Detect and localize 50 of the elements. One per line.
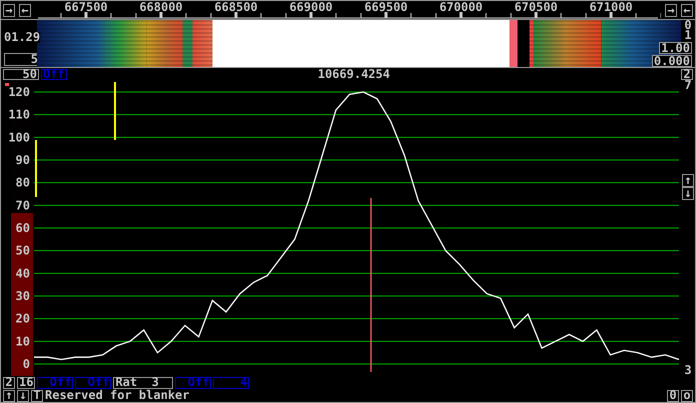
scale-label: 0	[684, 20, 692, 30]
scale-label: 3	[684, 365, 692, 376]
offset-box[interactable]: 0.000	[652, 55, 692, 67]
axis-label: 120	[8, 85, 30, 99]
axis-label: 100	[8, 130, 30, 144]
arrow-button[interactable]: →	[665, 4, 677, 16]
marker-line	[114, 82, 116, 140]
axis-label: 30	[16, 289, 30, 303]
frequency-label: 670500	[514, 1, 558, 14]
arrow-button[interactable]: ←	[681, 4, 693, 16]
value-box[interactable]: 16	[17, 376, 36, 388]
axis-label: 40	[16, 266, 30, 280]
arrow-button[interactable]: ↓	[682, 186, 694, 200]
frequency-label: 670000	[439, 1, 483, 14]
axis-label: 80	[16, 176, 30, 190]
axis-label: 110	[8, 108, 30, 122]
marker-line	[35, 140, 37, 197]
time-readout: 01.29	[4, 32, 40, 43]
value-box[interactable]: 50	[3, 68, 39, 80]
option-button[interactable]: 0	[667, 390, 679, 402]
arrow-button[interactable]: ↓	[17, 390, 29, 402]
arrow-button[interactable]: ←	[19, 4, 31, 16]
axis-label: 10	[16, 334, 30, 348]
value-box[interactable]: 2	[681, 68, 693, 80]
axis-label: 60	[16, 221, 30, 235]
frequency-label: 669000	[289, 1, 333, 14]
center-frequency: 10669.4254	[316, 68, 391, 80]
arrow-button[interactable]: →	[3, 4, 15, 16]
arrow-button[interactable]: ↑	[3, 390, 15, 402]
arrow-button[interactable]: T	[31, 390, 43, 402]
axis-label: 50	[16, 244, 30, 258]
frequency-label: 668000	[139, 1, 183, 14]
axis-label: 20	[16, 312, 30, 326]
scale-label: 7	[684, 80, 692, 91]
frequency-label: 668500	[214, 1, 258, 14]
gain-box[interactable]: 1.00	[659, 42, 692, 54]
marker-square	[5, 83, 9, 86]
value-box[interactable]: 2	[3, 376, 15, 388]
arrow-button[interactable]: ↑	[682, 174, 694, 187]
axis-label: 0	[22, 357, 30, 371]
axis-label: 90	[16, 153, 30, 167]
status-message: Reserved for blanker	[45, 390, 190, 401]
option-button[interactable]: o	[681, 390, 693, 402]
value-box[interactable]: 5	[4, 53, 40, 66]
value-box[interactable]: Rat 3	[113, 376, 174, 388]
frequency-label: 671000	[589, 1, 633, 14]
frequency-label: 667500	[64, 1, 108, 14]
axis-label: 70	[16, 198, 30, 212]
scale-label: 1	[684, 30, 692, 40]
frequency-label: 669500	[364, 1, 408, 14]
